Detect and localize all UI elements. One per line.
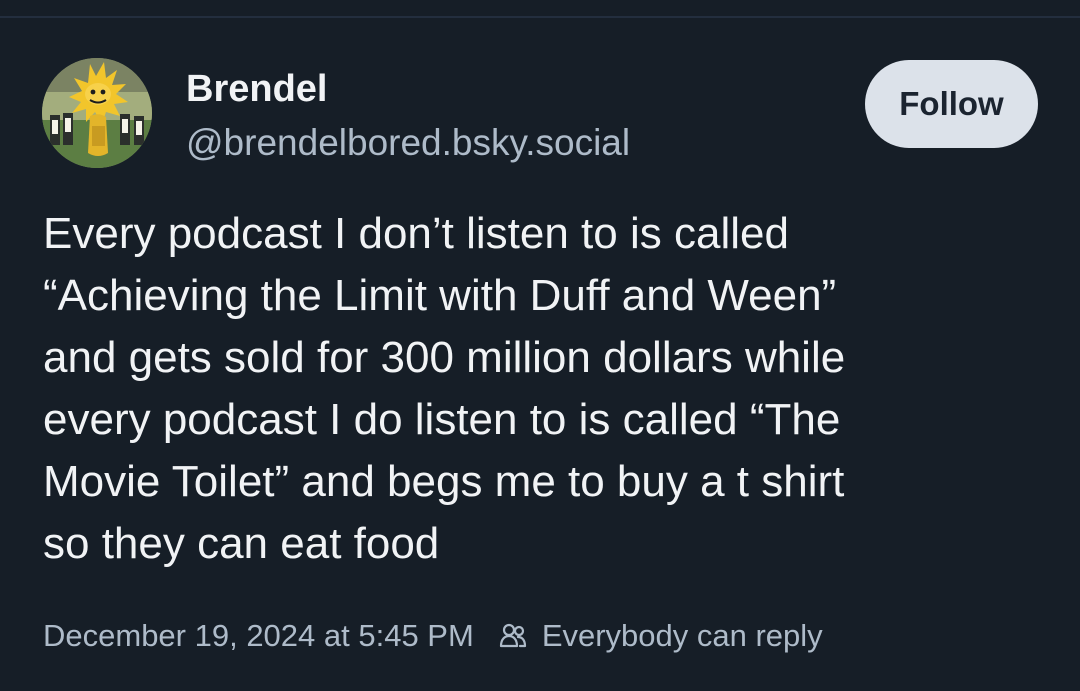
author-display-name[interactable]: Brendel <box>186 66 327 112</box>
avatar-image <box>42 58 152 168</box>
post-text-line: so they can eat food <box>43 519 440 568</box>
author-handle[interactable]: @brendelbored.bsky.social <box>186 120 630 166</box>
post-timestamp[interactable]: December 19, 2024 at 5:45 PM <box>43 618 474 654</box>
post-text-line: every podcast I do listen to is called “… <box>43 395 841 444</box>
people-icon <box>498 621 528 651</box>
follow-button[interactable]: Follow <box>865 60 1038 148</box>
post-text-line: and gets sold for 300 million dollars wh… <box>43 333 846 382</box>
reply-setting[interactable]: Everybody can reply <box>498 618 823 654</box>
post: Brendel @brendelbored.bsky.social Follow… <box>0 0 1080 691</box>
post-text: Every podcast I don’t listen to is calle… <box>43 203 1053 575</box>
post-text-line: Every podcast I don’t listen to is calle… <box>43 209 789 258</box>
reply-setting-label: Everybody can reply <box>541 618 823 653</box>
post-metadata: December 19, 2024 at 5:45 PM Everybody c… <box>43 612 823 660</box>
post-text-line: “Achieving the Limit with Duff and Ween” <box>43 271 837 320</box>
author-avatar[interactable] <box>42 58 152 168</box>
post-text-line: Movie Toilet” and begs me to buy a t shi… <box>43 457 845 506</box>
